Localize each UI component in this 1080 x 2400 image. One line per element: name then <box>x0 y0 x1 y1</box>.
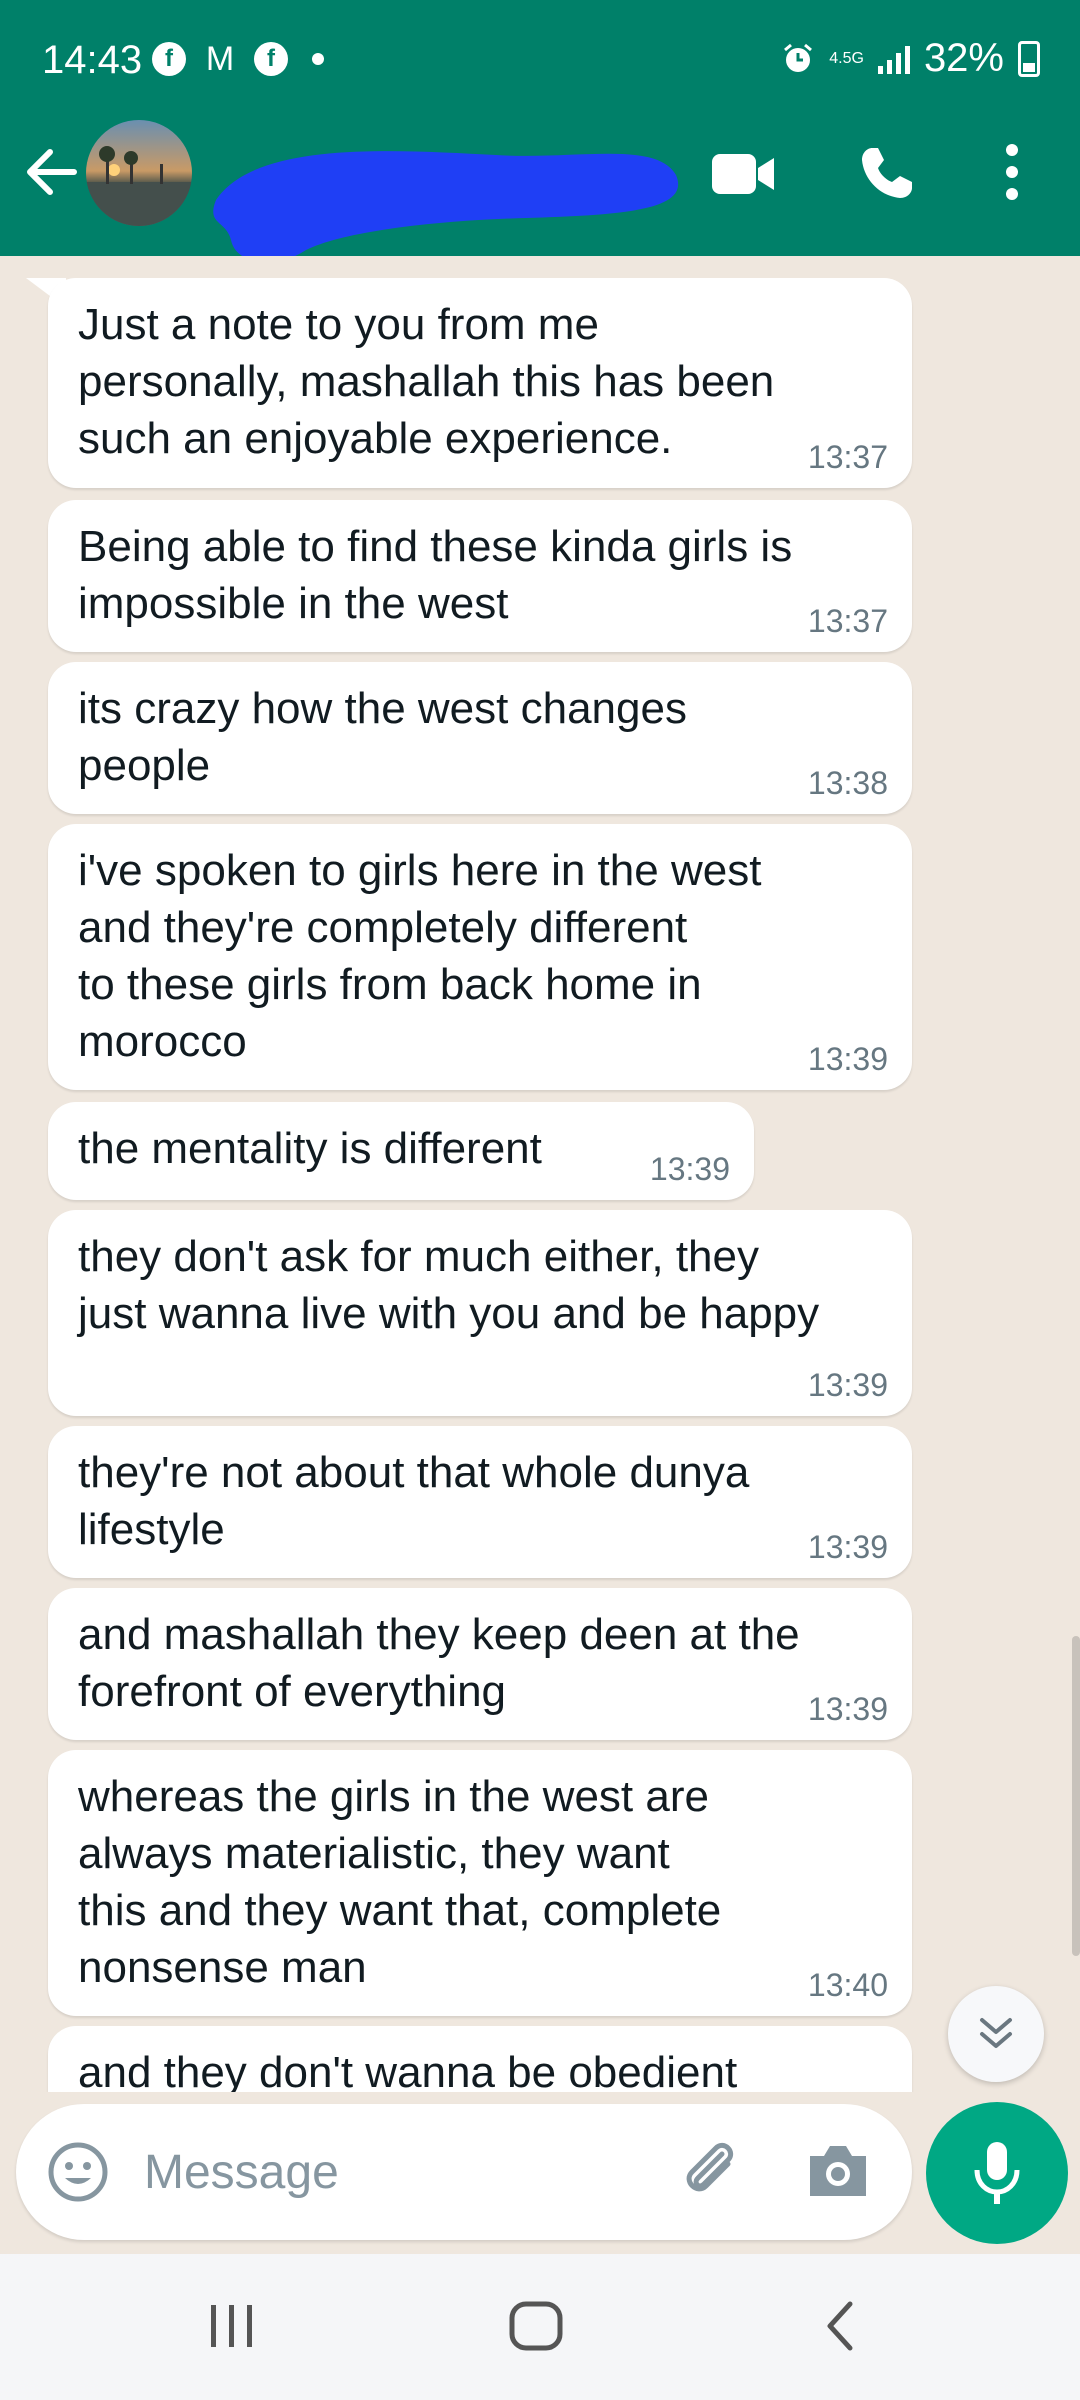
facebook-icon: f <box>152 42 186 76</box>
battery-percent: 32% <box>923 36 1004 80</box>
voice-call-icon[interactable] <box>858 144 916 202</box>
signal-icon <box>877 44 910 74</box>
gmail-icon: M <box>205 39 235 78</box>
message-bubble[interactable]: Just a note to you from me personally, m… <box>48 278 912 488</box>
message-text: they don't ask for much either, they jus… <box>78 1232 820 1338</box>
alarm-icon <box>784 43 813 72</box>
message-input[interactable] <box>144 2134 644 2210</box>
message-bubble[interactable]: i've spoken to girls here in the west an… <box>48 824 912 1090</box>
message-text: i've spoken to girls here in the west an… <box>78 846 762 1066</box>
back-arrow-icon[interactable] <box>22 142 80 202</box>
message-composer <box>16 2104 912 2240</box>
message-bubble[interactable]: Being able to find these kinda girls is … <box>48 500 912 652</box>
message-bubble[interactable]: they're not about that whole dunya lifes… <box>48 1426 912 1578</box>
notification-icons: f M f <box>152 39 324 78</box>
attach-icon[interactable] <box>676 2136 746 2206</box>
camera-icon[interactable] <box>806 2140 870 2200</box>
message-text: Being able to find these kinda girls is … <box>78 522 793 628</box>
message-bubble[interactable]: the mentality is different 13:39 <box>48 1102 754 1200</box>
back-button[interactable] <box>800 2294 880 2358</box>
message-text: whereas the girls in the west are always… <box>78 1772 722 1992</box>
message-text: and they don't wanna be obedient <box>78 2048 738 2092</box>
home-icon <box>509 2301 563 2351</box>
message-text: the mentality is different <box>78 1124 542 1173</box>
scrollbar[interactable] <box>1072 1636 1080 1956</box>
more-options-icon[interactable] <box>1000 142 1024 202</box>
message-time: 13:38 <box>807 765 888 801</box>
message-time: 13:39 <box>807 1691 888 1727</box>
back-chevron-icon <box>827 2301 853 2351</box>
home-button[interactable] <box>496 2294 576 2358</box>
message-text: they're not about that whole dunya lifes… <box>78 1448 750 1554</box>
message-time: 13:39 <box>807 1367 888 1403</box>
system-navigation-bar <box>0 2254 1080 2400</box>
status-right: 4.5G 32% <box>781 36 1040 81</box>
facebook-icon: f <box>254 42 288 76</box>
message-time: 13:39 <box>807 1041 888 1077</box>
message-bubble[interactable]: whereas the girls in the west are always… <box>48 1750 912 2016</box>
top-bar: 14:43 f M f 4.5G 32% <box>0 0 1080 263</box>
microphone-icon <box>974 2142 1020 2204</box>
network-type: 4.5G <box>829 49 864 67</box>
message-time: 13:37 <box>807 439 888 475</box>
recent-apps-icon <box>211 2305 252 2347</box>
double-chevron-down-icon <box>980 2018 1012 2048</box>
message-text: Just a note to you from me personally, m… <box>78 300 775 463</box>
chat-app-bar <box>0 120 1080 263</box>
message-bubble[interactable]: and mashallah they keep deen at the fore… <box>48 1588 912 1740</box>
battery-icon <box>1018 40 1040 77</box>
message-time: 13:37 <box>807 603 888 639</box>
message-bubble[interactable]: its crazy how the west changes people 13… <box>48 662 912 814</box>
message-list[interactable]: Just a note to you from me personally, m… <box>0 256 1080 2092</box>
recent-apps-button[interactable] <box>192 2294 272 2358</box>
scroll-to-bottom-button[interactable] <box>948 1986 1044 2082</box>
message-bubble[interactable]: and they don't wanna be obedient <box>48 2026 912 2092</box>
message-time: 13:40 <box>807 1967 888 2003</box>
message-bubble[interactable]: they don't ask for much either, they jus… <box>48 1210 912 1416</box>
emoji-icon[interactable] <box>46 2140 110 2204</box>
message-time: 13:39 <box>807 1529 888 1565</box>
message-time: 13:39 <box>649 1151 730 1187</box>
more-notifications-dot-icon <box>312 53 324 65</box>
status-time: 14:43 <box>42 38 143 82</box>
contact-avatar[interactable] <box>86 120 192 226</box>
message-text: its crazy how the west changes people <box>78 684 687 790</box>
status-bar: 14:43 f M f 4.5G 32% <box>0 0 1080 120</box>
video-call-icon[interactable] <box>712 152 776 196</box>
voice-message-button[interactable] <box>926 2102 1068 2244</box>
message-text: and mashallah they keep deen at the fore… <box>78 1610 800 1716</box>
